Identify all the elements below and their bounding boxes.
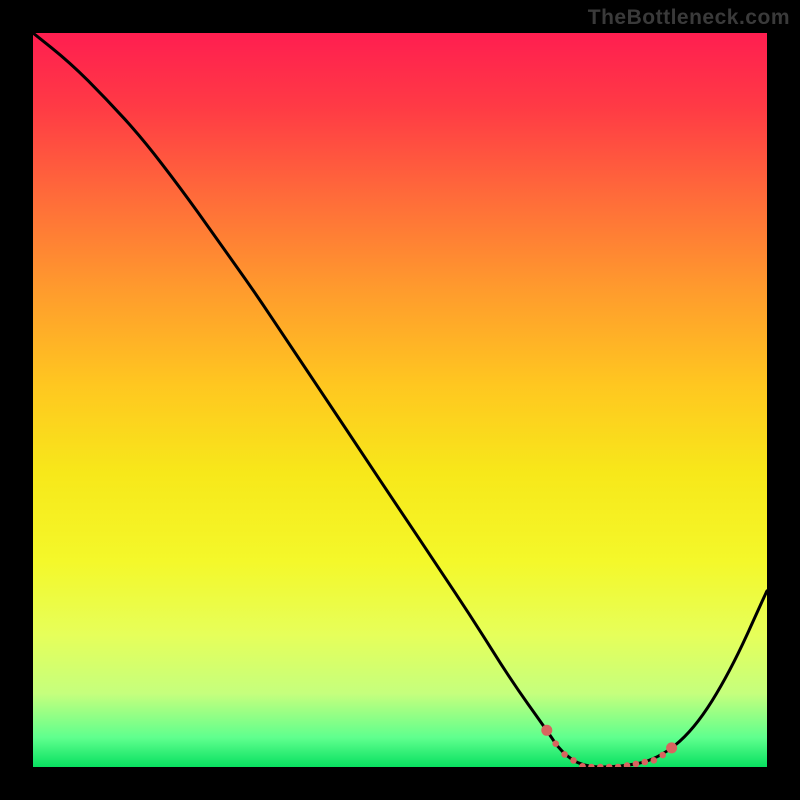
curve-line: [33, 33, 767, 767]
highlight-dot: [659, 752, 666, 759]
highlight-dot: [597, 764, 604, 767]
chart-container: TheBottleneck.com: [0, 0, 800, 800]
watermark-text: TheBottleneck.com: [588, 6, 790, 30]
highlight-dot: [570, 757, 577, 764]
highlight-dot: [651, 757, 658, 764]
highlight-dot: [541, 725, 552, 736]
highlight-dot: [588, 764, 595, 767]
highlight-dot: [624, 762, 631, 767]
highlight-dot: [606, 764, 613, 767]
highlight-dot: [561, 751, 568, 758]
highlight-dot: [666, 742, 677, 753]
highlight-dot: [633, 761, 640, 767]
highlight-dot: [615, 764, 622, 767]
highlight-dot: [552, 740, 559, 747]
highlight-dot: [642, 759, 649, 766]
bottleneck-curve: [33, 33, 767, 767]
